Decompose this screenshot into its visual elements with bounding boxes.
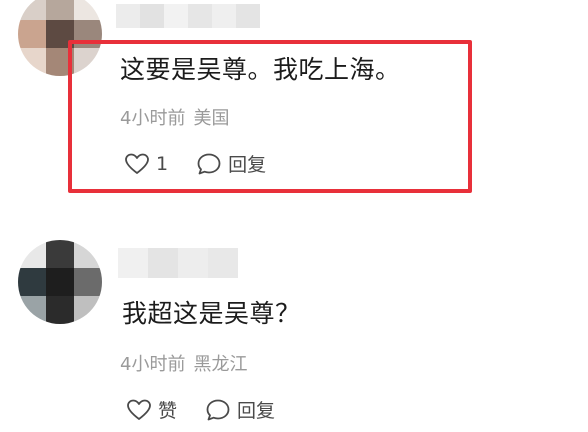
- heart-outline-icon: [126, 398, 152, 422]
- reply-label: 回复: [237, 400, 276, 422]
- comment-time: 4小时前: [120, 354, 186, 375]
- comment-location: 美国: [193, 108, 230, 129]
- heart-outline-icon: [124, 152, 150, 176]
- avatar[interactable]: [18, 240, 102, 324]
- speech-bubble-icon: [205, 398, 231, 422]
- like-count: 1: [156, 152, 169, 175]
- comment-text: 我超这是吴尊？: [122, 299, 301, 328]
- comment-actions: 赞 回复: [126, 396, 275, 423]
- comment-meta: 4小时前 黑龙江: [120, 350, 247, 376]
- comment-actions: 1 回复: [124, 150, 266, 177]
- comment-time: 4小时前: [120, 108, 186, 129]
- speech-bubble-icon: [196, 152, 222, 176]
- comment-meta: 4小时前 美国: [120, 104, 229, 130]
- like-button[interactable]: 赞: [126, 396, 177, 423]
- reply-button[interactable]: 回复: [196, 150, 266, 177]
- comment-location: 黑龙江: [193, 354, 248, 375]
- reply-button[interactable]: 回复: [205, 396, 275, 423]
- comment-text: 这要是吴尊。我吃上海。: [120, 55, 401, 84]
- like-label: 赞: [158, 400, 178, 422]
- comment-list: 这要是吴尊。我吃上海。 4小时前 美国 1 回复 我超这是吴尊？ 4小时前 黑龙…: [0, 0, 588, 432]
- like-button[interactable]: 1: [124, 152, 168, 176]
- reply-label: 回复: [228, 154, 267, 176]
- username-pixelated[interactable]: [118, 248, 242, 278]
- username-pixelated[interactable]: [116, 4, 266, 28]
- avatar[interactable]: [18, 0, 102, 76]
